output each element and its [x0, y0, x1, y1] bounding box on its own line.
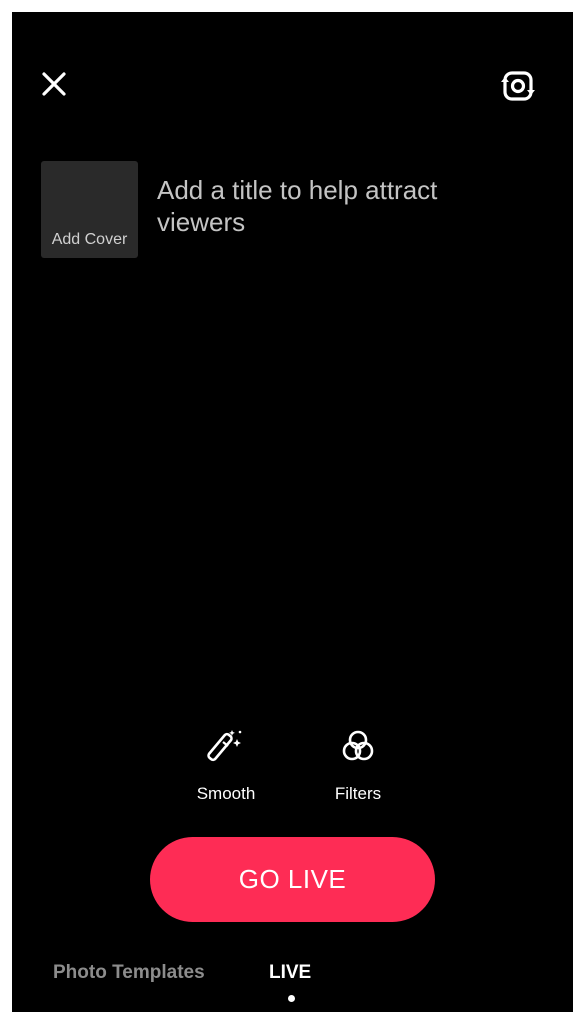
- bottom-mode-tabs: Photo Templates LIVE: [12, 958, 573, 1002]
- filters-label: Filters: [334, 784, 382, 803]
- tab-photo-templates[interactable]: Photo Templates: [53, 962, 205, 984]
- add-cover-label: Add Cover: [51, 231, 128, 248]
- active-tab-indicator: [288, 995, 295, 1002]
- flip-camera-button[interactable]: [496, 64, 540, 108]
- tab-live[interactable]: LIVE: [269, 962, 311, 984]
- live-setup-screen: Add Cover Add a title to help attract vi…: [12, 12, 573, 1012]
- filters-circles-icon: [342, 730, 374, 761]
- flip-camera-icon: [501, 71, 535, 101]
- live-title-input[interactable]: Add a title to help attract viewers: [157, 174, 487, 238]
- filters-button[interactable]: Filters: [308, 726, 408, 804]
- add-cover-button[interactable]: Add Cover: [41, 161, 138, 258]
- go-live-button[interactable]: GO LIVE: [150, 837, 435, 922]
- close-icon: [42, 72, 66, 96]
- magic-wand-icon: [207, 730, 242, 762]
- close-button[interactable]: [34, 64, 74, 104]
- smooth-label: Smooth: [196, 784, 256, 803]
- smooth-button[interactable]: Smooth: [176, 726, 276, 804]
